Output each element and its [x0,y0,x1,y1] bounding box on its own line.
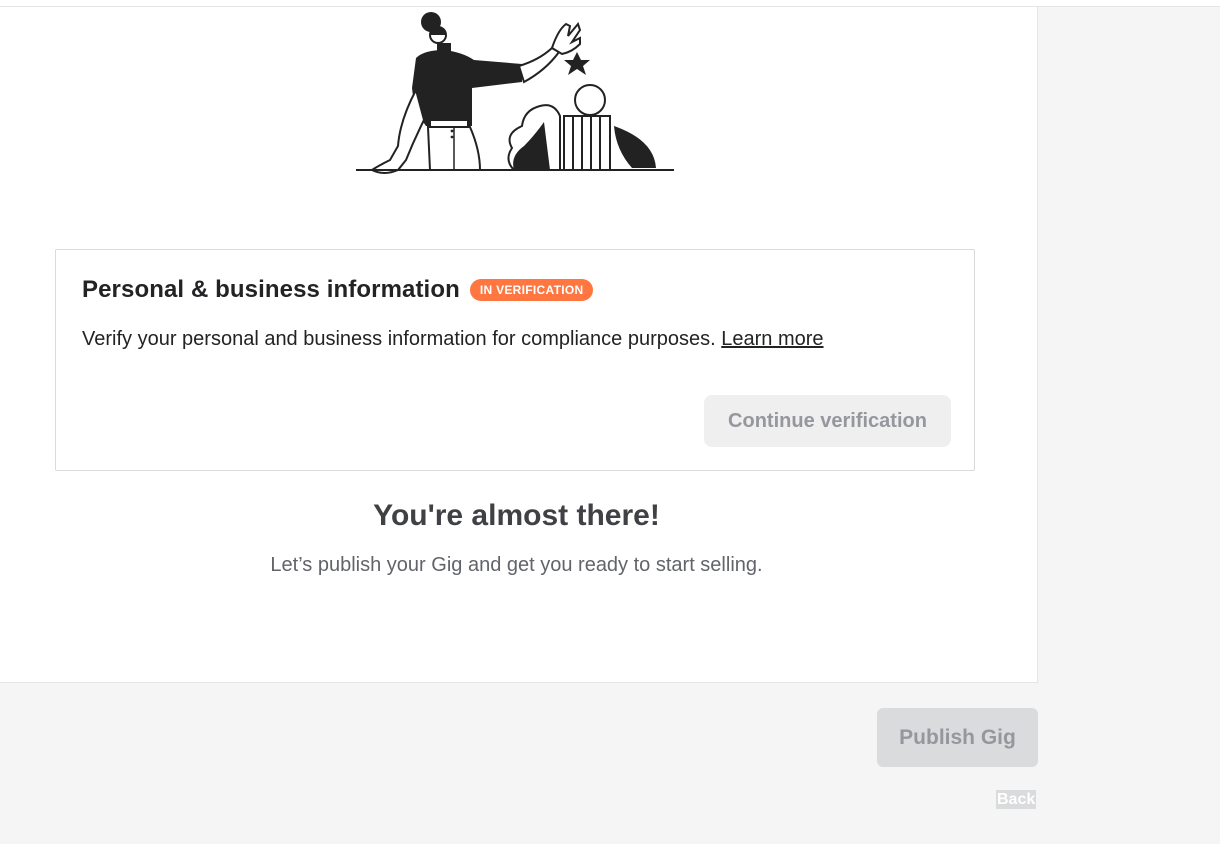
publish-gig-button[interactable]: Publish Gig [877,708,1038,767]
main-panel: Personal & business information IN VERIF… [0,7,1038,683]
top-bar [0,0,1220,7]
page-headline: You're almost there! [373,499,660,532]
card-description: Verify your personal and business inform… [82,328,824,351]
page-subtext: Let’s publish your Gig and get you ready… [270,554,763,576]
card-header: Personal & business information IN VERIF… [82,276,594,304]
continue-verification-button[interactable]: Continue verification [704,395,951,447]
card-title: Personal & business information [82,276,460,303]
learn-more-link[interactable]: Learn more [721,328,823,350]
verification-status-badge: IN VERIFICATION [469,279,594,301]
card-description-text: Verify your personal and business inform… [82,328,716,350]
woman-with-star-illustration [356,12,674,174]
personal-business-info-card: Personal & business information IN VERIF… [55,249,975,471]
back-link[interactable]: Back [996,790,1037,809]
